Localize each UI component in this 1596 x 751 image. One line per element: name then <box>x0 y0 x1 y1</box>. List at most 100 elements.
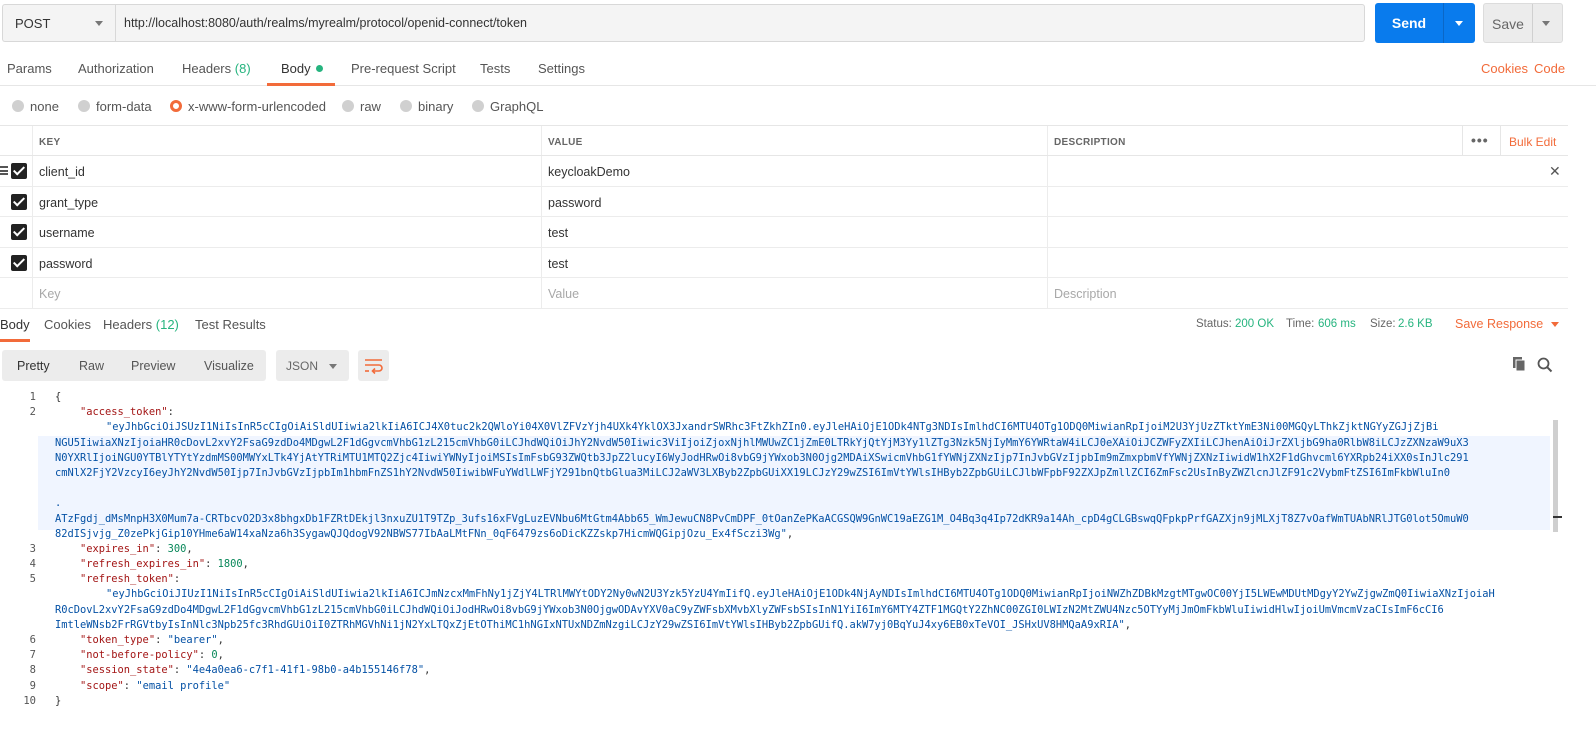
new-description-input[interactable]: Description <box>1047 278 1568 308</box>
column-header-key: KEY <box>32 126 541 155</box>
chevron-down-icon <box>95 21 103 26</box>
param-key[interactable]: grant_type <box>32 186 541 216</box>
json-string-continued: N0YXRlIjoiNGU0YTBlYTYtYzdmMS00MWYxLTk4Yj… <box>55 451 1469 464</box>
radio-raw[interactable]: raw <box>342 99 381 114</box>
param-key[interactable]: username <box>32 217 541 247</box>
format-select[interactable]: JSON <box>276 350 349 381</box>
response-tab-cookies[interactable]: Cookies <box>44 317 91 332</box>
json-string-continued: . <box>55 497 62 510</box>
param-value[interactable]: keycloakDemo <box>541 156 1047 186</box>
param-value[interactable]: test <box>541 217 1047 247</box>
response-body-code[interactable]: 1 { 2 "access_token": "eyJhbGciOiJSUzI1N… <box>0 390 1560 709</box>
search-icon[interactable] <box>1537 357 1553 373</box>
size-label: Size: <box>1370 318 1396 330</box>
tab-authorization[interactable]: Authorization <box>78 61 154 76</box>
copy-icon[interactable] <box>1512 356 1526 372</box>
drag-handle-icon[interactable] <box>0 166 8 175</box>
tab-tests[interactable]: Tests <box>480 61 510 76</box>
code-text: } <box>55 694 62 707</box>
body-indicator-dot-icon <box>315 65 323 72</box>
param-key[interactable]: client_id <box>32 156 541 186</box>
response-headers-count: (12) <box>155 317 179 332</box>
json-key: "refresh_token" <box>80 573 174 586</box>
code-line-wrap: "eyJhbGciOiJSUzI1NiIsInR5cCIgOiAiSldUIiw… <box>0 420 1560 435</box>
time-value: 606 ms <box>1318 318 1356 330</box>
json-string-continued: 82dISjvjg_Z0zePkjGip10YHme6aW14xaNza6h3S… <box>55 527 794 540</box>
param-description[interactable] <box>1047 247 1568 277</box>
json-string: "bearer" <box>167 634 218 646</box>
send-button-label: Send <box>1391 15 1427 31</box>
save-response-button[interactable]: Save Response <box>1455 317 1560 331</box>
row-checkbox[interactable] <box>11 224 27 240</box>
param-key[interactable]: password <box>32 247 541 277</box>
view-raw-button[interactable]: Raw <box>79 359 104 373</box>
save-options-chevron-icon[interactable] <box>1542 21 1550 26</box>
code-line: 6 "token_type": "bearer", <box>0 633 1560 648</box>
new-value-input[interactable]: Value <box>541 278 1047 308</box>
radio-urlencoded-label: x-www-form-urlencoded <box>188 99 326 114</box>
more-options-icon[interactable]: ••• <box>1471 132 1489 148</box>
radio-graphql[interactable]: GraphQL <box>472 99 543 114</box>
table-row: password test <box>0 247 1568 278</box>
view-visualize-button[interactable]: Visualize <box>204 359 254 373</box>
new-key-input[interactable]: Key <box>32 278 541 308</box>
table-row-new: Key Value Description <box>0 278 1568 309</box>
save-button[interactable]: Save <box>1483 3 1563 43</box>
tab-headers-label: Headers <box>182 61 232 76</box>
code-text: "access_token": <box>80 406 174 419</box>
row-checkbox[interactable] <box>11 163 27 179</box>
radio-form-data[interactable]: form-data <box>78 99 152 114</box>
wrap-lines-button[interactable] <box>358 350 389 381</box>
param-value[interactable]: test <box>541 247 1047 277</box>
table-header: KEY VALUE DESCRIPTION ••• Bulk Edit <box>0 125 1568 156</box>
send-button[interactable]: Send <box>1375 3 1475 43</box>
code-line-wrap: cmNlX2FjY2VzcyI6eyJhY2NvdW50Ijp7InJvbGVz… <box>0 466 1560 481</box>
radio-none[interactable]: none <box>12 99 59 114</box>
response-tab-test-results[interactable]: Test Results <box>195 317 266 332</box>
param-description[interactable] <box>1047 217 1568 247</box>
line-number: 3 <box>29 542 36 555</box>
code-link[interactable]: Code <box>1534 61 1565 76</box>
line-number: 10 <box>23 694 36 707</box>
row-checkbox[interactable] <box>11 254 27 271</box>
code-line-wrap: NGU5IiwiaXNzIjoiaHR0cDovL2xvY2FsaG9zdDo4… <box>0 436 1560 451</box>
row-checkbox[interactable] <box>11 193 27 210</box>
radio-binary-label: binary <box>418 99 454 114</box>
response-tab-body[interactable]: Body <box>0 317 30 332</box>
chevron-down-icon <box>329 364 337 369</box>
send-options-chevron-icon[interactable] <box>1455 21 1463 26</box>
line-number: 9 <box>29 679 36 692</box>
json-string-continued: cmNlX2FjY2VzcyI6eyJhY2NvdW50Ijp7InJvbGVz… <box>55 466 1451 479</box>
json-key: "scope" <box>80 679 124 692</box>
view-preview-button[interactable]: Preview <box>131 359 175 373</box>
line-number: 1 <box>29 391 36 403</box>
param-description[interactable] <box>1047 156 1568 186</box>
method-select[interactable]: POST <box>2 4 115 42</box>
radio-none-label: none <box>30 99 59 114</box>
param-description[interactable] <box>1047 186 1568 216</box>
code-line: 5 "refresh_token": <box>0 572 1560 587</box>
json-number: 0 <box>211 649 218 662</box>
tab-params[interactable]: Params <box>7 61 52 76</box>
tab-headers[interactable]: Headers (8) <box>182 61 251 76</box>
url-input[interactable]: http://localhost:8080/auth/realms/myreal… <box>115 4 1365 42</box>
radio-binary[interactable]: binary <box>400 99 453 114</box>
code-line-wrap: R0cDovL2xvY2FsaG9zdDo4MDgwL2F1dGgvcmVhbG… <box>0 603 1560 618</box>
bulk-edit-button[interactable]: Bulk Edit <box>1509 135 1556 149</box>
radio-raw-label: raw <box>360 99 381 114</box>
param-value[interactable]: password <box>541 186 1047 216</box>
response-tab-headers-label: Headers <box>103 317 153 332</box>
tab-settings[interactable]: Settings <box>538 61 585 76</box>
view-pretty-button[interactable]: Pretty <box>17 359 50 373</box>
radio-x-www-form-urlencoded[interactable]: x-www-form-urlencoded <box>170 99 326 114</box>
response-tab-headers[interactable]: Headers (12) <box>103 317 179 332</box>
radio-circle-icon <box>12 100 24 112</box>
delete-row-icon[interactable]: ✕ <box>1549 163 1561 180</box>
tab-body[interactable]: Body <box>281 61 323 76</box>
cookies-link[interactable]: Cookies <box>1481 61 1528 76</box>
json-string: "eyJhbGciOiJSUzI1NiIsInR5cCIgOiAiSldUIiw… <box>106 421 1548 436</box>
code-line-wrap: ATzFgdj_dMsMnpH3X0Mum7a-CRTbcvO2D3x8bhgx… <box>0 512 1560 527</box>
json-string-continued: ImtleWNsb2FrRGVtbyIsInNlc3Npb25fc3RhdGUi… <box>55 618 1131 631</box>
json-key: "access_token" <box>80 406 168 419</box>
tab-prerequest-script[interactable]: Pre-request Script <box>351 61 456 76</box>
